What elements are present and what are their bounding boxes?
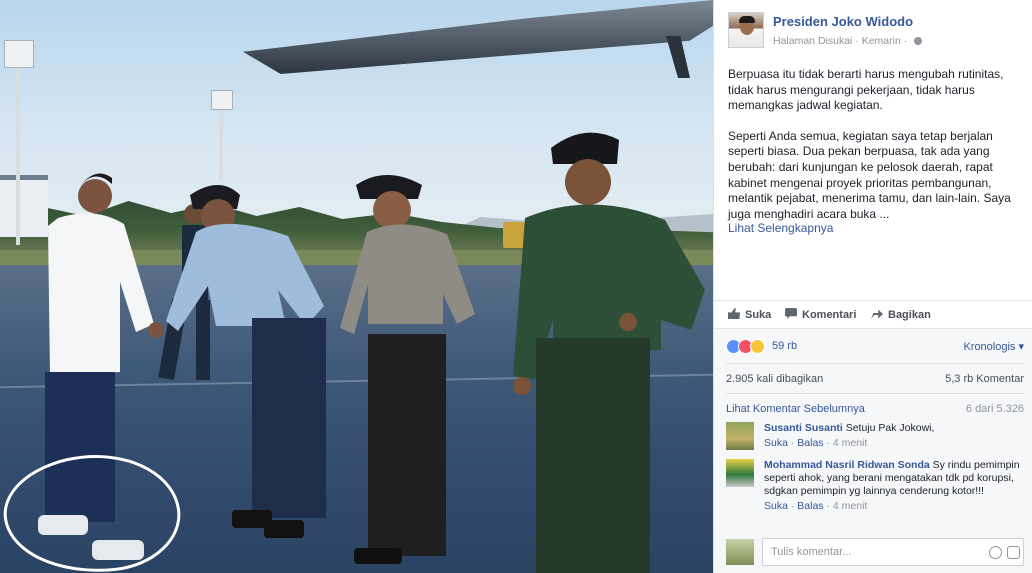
sort-label: Kronologis [963, 341, 1016, 353]
comment-like-link[interactable]: Suka [764, 500, 788, 512]
comment-sort-dropdown[interactable]: Kronologis ▾ [963, 340, 1024, 353]
comment-input[interactable]: Tulis komentar... [762, 538, 1024, 566]
army-officer [513, 132, 705, 573]
comment-reply-link[interactable]: Balas [797, 500, 823, 512]
comment-composer: Tulis komentar... [726, 537, 1026, 566]
comment-text: Setuju Pak Jokowi, [845, 422, 935, 434]
emoji-icon[interactable] [989, 546, 1002, 559]
page-name-link[interactable]: Presiden Joko Widodo [773, 14, 913, 29]
post-time[interactable]: Kemarin [862, 35, 901, 47]
share-button[interactable]: Bagikan [871, 308, 931, 321]
comment-meta: Suka · Balas · 4 menit [764, 437, 868, 449]
post-paragraph: Berpuasa itu tidak berarti harus menguba… [728, 67, 1004, 113]
comment-placeholder: Tulis komentar... [771, 546, 852, 558]
comment-body: Susanti Susanti Setuju Pak Jokowi, Suka … [764, 422, 1020, 450]
commenter-avatar[interactable] [726, 422, 754, 450]
reaction-count[interactable]: 59 rb [772, 340, 797, 352]
view-previous-comments-link[interactable]: Lihat Komentar Sebelumnya [726, 403, 865, 415]
comment-reply-link[interactable]: Balas [797, 437, 823, 449]
post-text: Berpuasa itu tidak berarti harus menguba… [728, 67, 1024, 237]
page-avatar[interactable] [728, 12, 764, 48]
post-paragraph: Seperti Anda semua, kegiatan saya tetap … [728, 128, 1011, 221]
share-icon [871, 309, 883, 319]
caret-down-icon: ▾ [1015, 341, 1024, 353]
comment-item: Mohammad Nasril Ridwan Sonda Sy rindu pe… [726, 459, 1026, 534]
share-label: Bagikan [888, 309, 931, 321]
post-sidebar: Presiden Joko Widodo Halaman Disukai · K… [713, 0, 1032, 573]
sticker-icon[interactable] [1007, 546, 1020, 559]
post-actions: Suka Komentari Bagikan [714, 300, 1032, 328]
comment-button[interactable]: Komentari [785, 308, 856, 321]
see-more-link[interactable]: Lihat Selengkapnya [728, 221, 1024, 237]
commenter-name[interactable]: Mohammad Nasril Ridwan Sonda [764, 459, 930, 471]
comment-meta: Suka · Balas · 4 menit [764, 500, 868, 512]
thumbs-up-icon [728, 308, 740, 319]
comment-item: Susanti Susanti Setuju Pak Jokowi, Suka … [726, 422, 1026, 452]
comment-body: Mohammad Nasril Ridwan Sonda Sy rindu pe… [764, 459, 1020, 513]
police-officer [340, 175, 475, 564]
comment-pager-count: 6 dari 5.326 [965, 403, 1024, 415]
divider [726, 393, 1024, 394]
comment-like-link[interactable]: Suka [764, 437, 788, 449]
comment-icon [785, 308, 797, 319]
post-photo[interactable] [0, 0, 713, 573]
like-button[interactable]: Suka [728, 308, 771, 321]
globe-icon [914, 37, 923, 46]
post-meta: Halaman Disukai · Kemarin · [773, 35, 923, 48]
commenter-avatar[interactable] [726, 459, 754, 487]
commenter-name[interactable]: Susanti Susanti [764, 422, 843, 434]
comment-time[interactable]: 4 menit [833, 500, 867, 512]
comment-label: Komentari [802, 309, 857, 321]
wow-reaction-icon [750, 339, 765, 354]
like-label: Suka [745, 309, 772, 321]
divider [726, 363, 1024, 364]
comment-count[interactable]: 5,3 rb Komentar [945, 373, 1024, 385]
share-count[interactable]: 2.905 kali dibagikan [726, 373, 823, 385]
avatar-hair [739, 16, 755, 23]
meta-separator: · [903, 35, 908, 48]
feedback-area: 59 rb Kronologis ▾ 2.905 kali dibagikan … [714, 328, 1032, 573]
comment-time[interactable]: 4 menit [833, 437, 867, 449]
page-liked-label[interactable]: Halaman Disukai [773, 35, 852, 47]
meta-separator: · [855, 35, 859, 48]
post-header: Presiden Joko Widodo Halaman Disukai · K… [728, 12, 1028, 52]
current-user-avatar [726, 539, 754, 565]
